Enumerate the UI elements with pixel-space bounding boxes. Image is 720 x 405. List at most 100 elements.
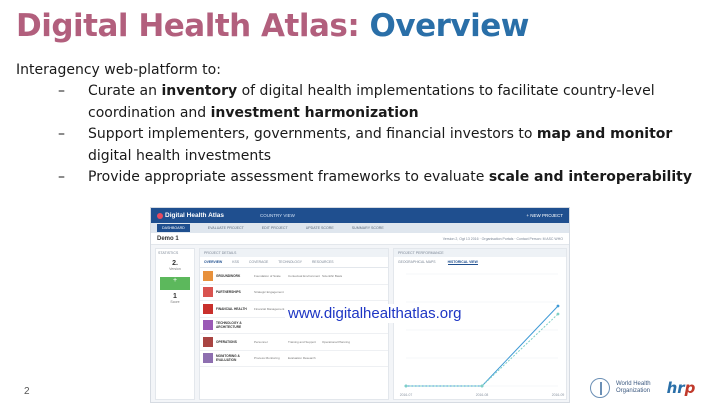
category-cell: Evaluation Research (288, 356, 316, 361)
details-header: PROJECT DETAILS (200, 249, 388, 257)
hrp-logo: hrp (667, 379, 696, 397)
who-text-line: World Health (616, 381, 651, 387)
bullet-text: Support implementers, governments, and f… (88, 126, 537, 142)
hrp-letter: h (666, 379, 678, 397)
title-main: Digital Health Atlas: (16, 8, 370, 44)
category-cell: Financial Management (254, 306, 285, 311)
category-name: TECHNOLOGY & ARCHITECTURE (216, 321, 242, 330)
tab-overview[interactable]: OVERVIEW (204, 260, 222, 264)
details-row[interactable]: GROUNDWORK Foundation of Scale Contextual … (200, 268, 388, 285)
category-cell: Scientific Basis (322, 273, 343, 278)
category-cell: Process Monitoring (254, 356, 280, 361)
category-cell: Foundation of Scale (254, 273, 281, 278)
page-number: 2 (24, 386, 30, 397)
category-name: GROUNDWORK (216, 273, 241, 278)
hrp-letter: p (684, 379, 696, 397)
nav-edit-project[interactable]: EDIT PROJECT (262, 226, 288, 230)
chart-point (480, 384, 484, 388)
performance-header: PROJECT PERFORMANCE (394, 249, 566, 257)
bullet-list: – Curate an inventory of digital health … (44, 81, 704, 189)
category-color-icon (203, 336, 213, 347)
category-color-icon (203, 287, 213, 298)
footer-logos: World Health Organization hrp (590, 378, 695, 398)
chart-series-line (406, 313, 559, 387)
bullet-text: Curate an (88, 83, 162, 99)
details-tabs: OVERVIEW KSS COVERAGE TECHNOLOGY RESOURC… (200, 257, 388, 268)
intro-text: Interagency web-platform to: (16, 62, 221, 78)
nav-update-score[interactable]: UPDATE SCORE (306, 226, 334, 230)
details-row[interactable]: OPERATIONS Personnel Training and Support O… (200, 334, 388, 351)
category-name: PARTNERSHIPS (216, 290, 241, 295)
category-color-icon (203, 320, 213, 331)
add-button[interactable]: + (160, 277, 190, 290)
category-color-icon (203, 270, 213, 281)
statistics-panel: STATISTICS 2. Version + 1 Score (155, 248, 195, 400)
logo-icon (157, 212, 163, 219)
category-cell: Operational Planning (322, 339, 351, 344)
who-emblem-icon (590, 378, 610, 398)
category-name: MONITORING & EVALUATION (216, 354, 240, 363)
bullet-dash: – (58, 126, 65, 142)
project-performance-panel: PROJECT PERFORMANCE GEOGRAPHICAL MAPS HI… (393, 248, 567, 400)
tab-kss[interactable]: KSS (232, 260, 239, 264)
nav-summary-score[interactable]: SUMMARY SCORE (352, 226, 384, 230)
tab-historical-view[interactable]: HISTORICAL VIEW (447, 260, 478, 265)
bullet-dash: – (58, 169, 65, 185)
project-selector[interactable]: Demo 1 (157, 236, 179, 242)
bullet-dash: – (58, 83, 65, 99)
stat-version-label: Version (169, 267, 181, 271)
statistics-header: STATISTICS (158, 251, 179, 255)
tab-geographical-maps[interactable]: GEOGRAPHICAL MAPS (398, 260, 436, 265)
category-cell: Personnel (254, 339, 268, 344)
category-cell: Strategic Engagement (254, 290, 284, 295)
category-color-icon (203, 353, 213, 364)
bullet-bold: inventory (161, 83, 238, 99)
who-logo-text: World Health Organization (616, 381, 651, 395)
hrp-letter: r (677, 379, 685, 397)
performance-tabs: GEOGRAPHICAL MAPS HISTORICAL VIEW (394, 257, 566, 268)
category-name: FINANCIAL HEALTH (216, 306, 247, 311)
app-nav: DASHBOARD EVALUATE PROJECT EDIT PROJECT … (151, 223, 569, 233)
app-topbar: Digital Health Atlas COUNTRY VIEW + NEW … (151, 208, 569, 223)
bullet-text: Provide appropriate assessment framework… (88, 169, 489, 185)
tab-coverage[interactable]: COVERAGE (249, 260, 268, 264)
chart-point (404, 384, 408, 388)
slide-title: Digital Health Atlas: Overview (16, 8, 529, 44)
stat-version: 2. Version (160, 260, 190, 271)
project-bar: Demo 1 Version 2, Ogt 13 2016 · Organisa… (151, 233, 569, 245)
chart-point (556, 304, 560, 308)
chart-point (556, 312, 560, 316)
new-project-button[interactable]: + NEW PROJECT (526, 213, 563, 218)
tab-resources[interactable]: RESOURCES (312, 260, 333, 264)
stat-score: 1 Score (160, 293, 190, 304)
country-view-link[interactable]: COUNTRY VIEW (260, 213, 295, 218)
bullet-bold: scale and interoperability (488, 169, 692, 185)
bullet-item: – Curate an inventory of digital health … (44, 81, 704, 124)
title-accent: Overview (369, 8, 530, 44)
website-url[interactable]: www.digitalhealthatlas.org (285, 304, 465, 323)
stat-score-value: 1 (173, 293, 177, 300)
who-text-line: Organization (616, 388, 651, 394)
tab-technology[interactable]: TECHNOLOGY (278, 260, 302, 264)
bullet-item: – Provide appropriate assessment framewo… (44, 167, 704, 189)
bullet-bold: investment harmonization (210, 104, 419, 121)
stat-version-value: 2. (172, 260, 178, 267)
project-meta: Version 2, Ogt 13 2016 · Organisation Po… (442, 236, 563, 241)
chart-x-tick-label: 2016-07 (400, 393, 413, 397)
project-details-panel: PROJECT DETAILS OVERVIEW KSS COVERAGE TE… (199, 248, 389, 400)
nav-evaluate-project[interactable]: EVALUATE PROJECT (208, 226, 244, 230)
bullet-text: digital health investments (88, 147, 272, 164)
chart-x-tick-label: 2016-08 (476, 393, 489, 397)
logo-text: Digital Health Atlas (165, 212, 224, 219)
chart-x-tick-label: 2016-09 (552, 393, 565, 397)
bullet-item: – Support implementers, governments, and… (44, 124, 704, 167)
details-row[interactable]: MONITORING & EVALUATION Process Monitorin… (200, 351, 388, 367)
stat-score-label: Score (170, 300, 180, 304)
category-cell: Training and Support (288, 339, 316, 344)
app-logo: Digital Health Atlas (157, 212, 224, 219)
category-color-icon (203, 303, 213, 314)
historical-chart: 2016-07 2016-08 2016-09 (400, 273, 565, 397)
nav-dashboard[interactable]: DASHBOARD (157, 224, 190, 232)
details-row[interactable]: PARTNERSHIPS Strategic Engagement (200, 285, 388, 301)
category-name: OPERATIONS (216, 339, 237, 344)
